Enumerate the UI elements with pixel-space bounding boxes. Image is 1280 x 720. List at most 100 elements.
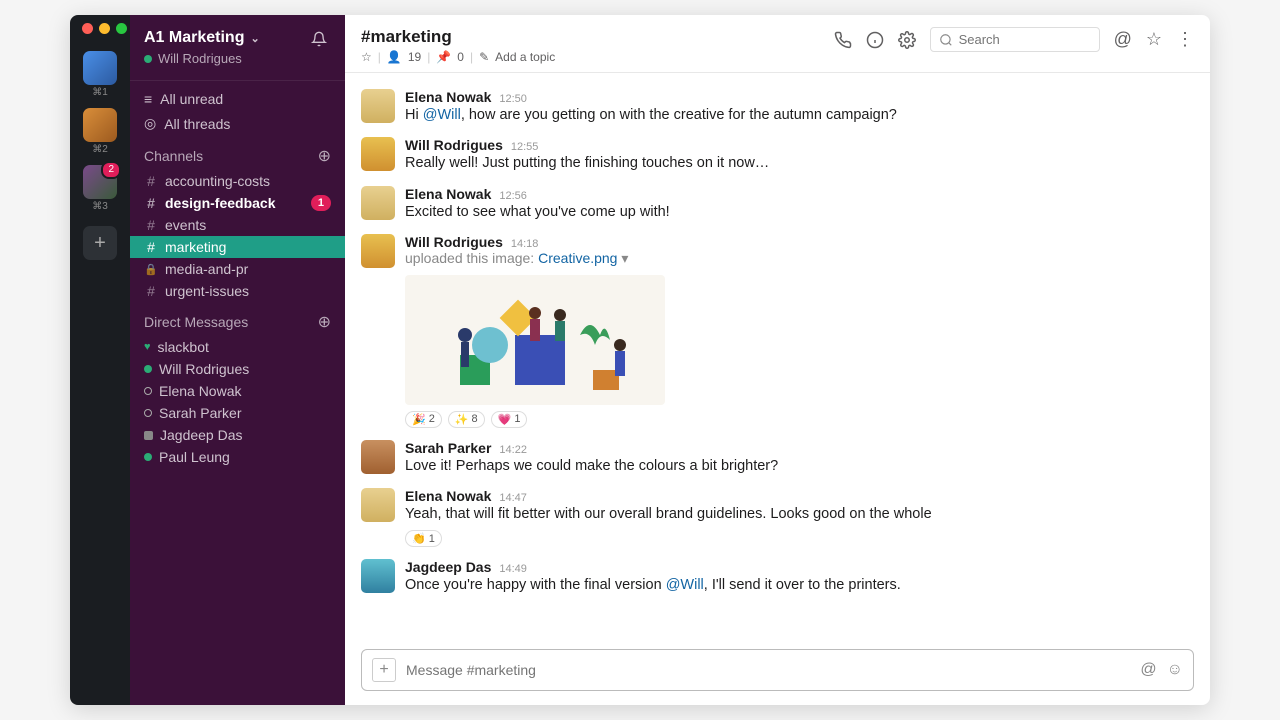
message-time: 14:18: [511, 238, 539, 250]
hash-icon: #: [144, 173, 158, 189]
phone-icon[interactable]: [834, 31, 852, 49]
mention-icon[interactable]: @: [1140, 661, 1156, 679]
message-author[interactable]: Elena Nowak: [405, 89, 491, 105]
app-window: ⌘1 ⌘2 2 ⌘3 + A1 Marketing ⌄ Will Rodrigu…: [70, 15, 1210, 705]
reaction[interactable]: ✨8: [448, 411, 485, 428]
reaction[interactable]: 🎉2: [405, 411, 442, 428]
all-unread[interactable]: ≡ All unread: [130, 87, 345, 111]
dm-label: Elena Nowak: [159, 383, 242, 399]
sidebar-dm-will-rodrigues[interactable]: Will Rodrigues: [130, 358, 345, 380]
avatar[interactable]: [361, 234, 395, 268]
sidebar-dm-jagdeep-das[interactable]: Jagdeep Das: [130, 424, 345, 446]
workspace-shortcut: ⌘3: [83, 201, 117, 212]
search-icon: [939, 33, 953, 47]
avatar[interactable]: [361, 137, 395, 171]
mention[interactable]: @Will: [423, 107, 461, 123]
all-threads-label: All threads: [164, 116, 230, 132]
sidebar-dm-elena-nowak[interactable]: Elena Nowak: [130, 380, 345, 402]
channel-title[interactable]: #marketing: [361, 27, 555, 47]
workspace-switch-1[interactable]: ⌘1: [83, 51, 117, 98]
workspace-menu[interactable]: A1 Marketing ⌄: [144, 29, 331, 47]
workspace-shortcut: ⌘2: [83, 144, 117, 155]
reaction[interactable]: 💗1: [491, 411, 528, 428]
gear-icon[interactable]: [898, 31, 916, 49]
workspace-shortcut: ⌘1: [83, 87, 117, 98]
message: Elena Nowak14:47Yeah, that will fit bett…: [361, 482, 1194, 553]
avatar[interactable]: [361, 559, 395, 593]
add-dm-icon[interactable]: ⊕: [318, 312, 331, 332]
presence-away-icon: [144, 409, 152, 417]
channel-pane: #marketing ☆| 👤19| 📌0| ✎Add a topic @ ☆: [345, 15, 1210, 705]
current-user-name: Will Rodrigues: [158, 51, 242, 66]
sidebar-dm-sarah-parker[interactable]: Sarah Parker: [130, 402, 345, 424]
workspace-name: A1 Marketing: [144, 29, 244, 47]
sidebar-channel-media-and-pr[interactable]: 🔒media-and-pr: [130, 258, 345, 280]
add-workspace-button[interactable]: +: [83, 226, 117, 260]
pin-icon: 📌: [436, 50, 451, 64]
channels-header-label: Channels: [144, 148, 203, 164]
all-threads[interactable]: ◎ All threads: [130, 111, 345, 136]
sidebar-channel-events[interactable]: #events: [130, 214, 345, 236]
channel-label: design-feedback: [165, 195, 275, 211]
mention[interactable]: @Will: [666, 577, 704, 593]
maximize-icon[interactable]: [116, 23, 127, 34]
message-author[interactable]: Jagdeep Das: [405, 559, 491, 575]
message-author[interactable]: Sarah Parker: [405, 440, 491, 456]
sidebar-dm-slackbot[interactable]: ♥slackbot: [130, 336, 345, 358]
avatar[interactable]: [361, 89, 395, 123]
avatar[interactable]: [361, 186, 395, 220]
composer-input[interactable]: [406, 662, 1130, 678]
message-time: 14:49: [499, 563, 527, 575]
avatar[interactable]: [361, 440, 395, 474]
presence-online-icon: [144, 55, 152, 63]
sidebar-dm-paul-leung[interactable]: Paul Leung: [130, 446, 345, 468]
search-input[interactable]: [959, 32, 1091, 47]
add-topic[interactable]: Add a topic: [495, 50, 555, 64]
message-time: 14:47: [499, 492, 527, 504]
dm-label: Paul Leung: [159, 449, 230, 465]
image-attachment[interactable]: [405, 275, 665, 405]
message-text: Once you're happy with the final version…: [405, 575, 901, 595]
add-channel-icon[interactable]: ⊕: [318, 146, 331, 166]
minimize-icon[interactable]: [99, 23, 110, 34]
bell-icon[interactable]: [311, 31, 327, 47]
sidebar-channel-accounting-costs[interactable]: #accounting-costs: [130, 170, 345, 192]
current-user[interactable]: Will Rodrigues: [144, 51, 331, 66]
members-icon: 👤: [387, 50, 402, 64]
message-author[interactable]: Will Rodrigues: [405, 234, 503, 250]
member-count[interactable]: 19: [408, 50, 421, 64]
mentions-icon[interactable]: @: [1114, 29, 1132, 50]
message: Sarah Parker14:22Love it! Perhaps we cou…: [361, 434, 1194, 482]
close-icon[interactable]: [82, 23, 93, 34]
message-composer[interactable]: + @ ☺: [361, 649, 1194, 691]
message-text: Really well! Just putting the finishing …: [405, 153, 769, 173]
sidebar-channel-design-feedback[interactable]: #design-feedback1: [130, 192, 345, 214]
emoji-icon[interactable]: ☺: [1167, 661, 1183, 679]
message: Jagdeep Das 14:49Once you're happy with t…: [361, 553, 1194, 601]
workspace-switch-3[interactable]: 2 ⌘3: [83, 165, 117, 212]
pin-count[interactable]: 0: [457, 50, 464, 64]
info-icon[interactable]: [866, 31, 884, 49]
message-author[interactable]: Elena Nowak: [405, 488, 491, 504]
star-icon[interactable]: ☆: [361, 50, 372, 64]
dm-label: Will Rodrigues: [159, 361, 249, 377]
sidebar-channel-marketing[interactable]: #marketing: [130, 236, 345, 258]
star-header-icon[interactable]: ☆: [1146, 29, 1162, 50]
sidebar: A1 Marketing ⌄ Will Rodrigues ≡ All unre…: [130, 15, 345, 705]
sidebar-channel-urgent-issues[interactable]: #urgent-issues: [130, 280, 345, 302]
unread-badge: 1: [311, 195, 331, 211]
avatar[interactable]: [361, 488, 395, 522]
message-author[interactable]: Elena Nowak: [405, 186, 491, 202]
message-text: Hi @Will, how are you getting on with th…: [405, 105, 897, 125]
reaction[interactable]: 👏1: [405, 530, 442, 547]
dm-label: Sarah Parker: [159, 405, 241, 421]
more-icon[interactable]: ⋮: [1176, 29, 1194, 50]
channels-section-header[interactable]: Channels ⊕: [130, 136, 345, 170]
threads-icon: ◎: [144, 115, 156, 132]
attach-button[interactable]: +: [372, 658, 396, 682]
dms-section-header[interactable]: Direct Messages ⊕: [130, 302, 345, 336]
channel-label: marketing: [165, 239, 226, 255]
search-box[interactable]: [930, 27, 1100, 52]
message-author[interactable]: Will Rodrigues: [405, 137, 503, 153]
workspace-switch-2[interactable]: ⌘2: [83, 108, 117, 155]
